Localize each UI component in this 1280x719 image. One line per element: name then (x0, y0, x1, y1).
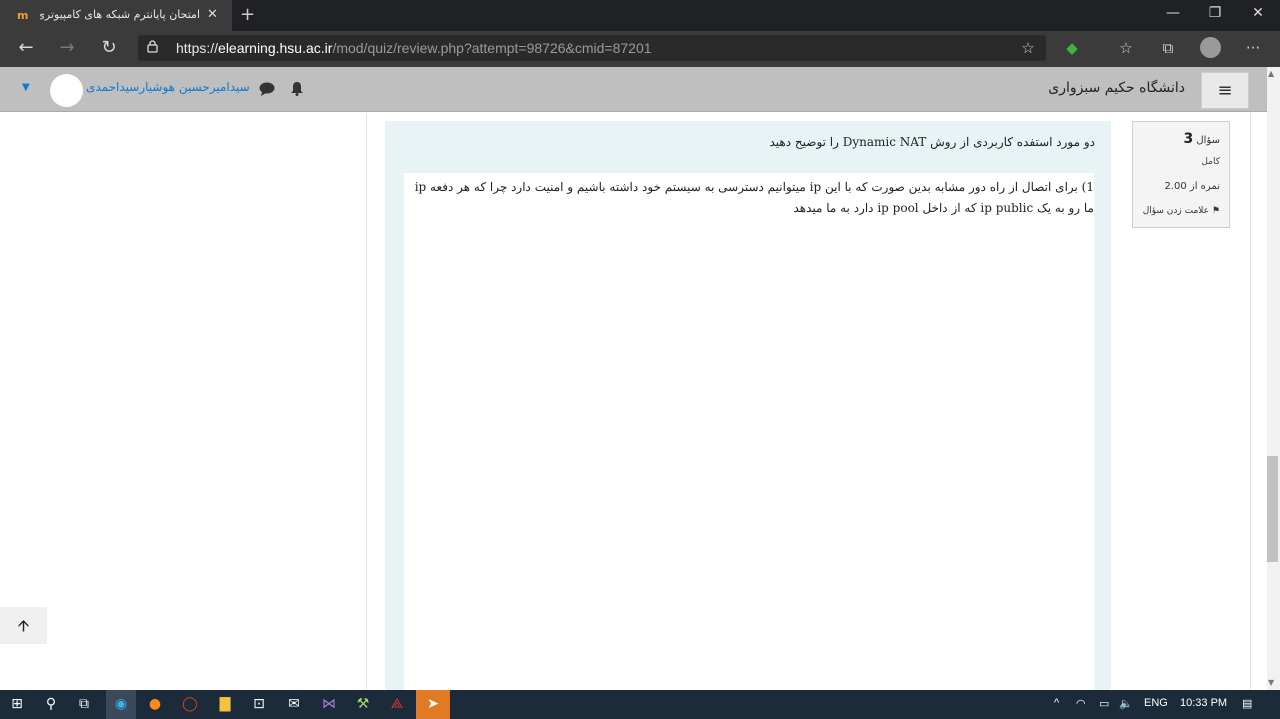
volume-icon[interactable]: 🔈 (1119, 697, 1133, 710)
windows-start-icon[interactable]: ⊞ (6, 694, 28, 714)
collections-icon[interactable]: ⧉ (1156, 39, 1180, 57)
language-indicator[interactable]: ENG (1144, 697, 1168, 709)
extension-icon[interactable]: ◆ (1060, 39, 1084, 57)
file-explorer-icon[interactable]: ▇ (214, 694, 236, 714)
notifications-center-icon[interactable]: ▤ (1242, 697, 1252, 710)
acrobat-icon[interactable]: ⟁ (386, 694, 408, 714)
user-name[interactable]: سیدامیرحسین هوشیارسیداحمدی (86, 80, 250, 94)
add-favorite-icon[interactable]: ☆ (1016, 39, 1040, 57)
url-path: /mod/quiz/review.php?attempt=98726&cmid=… (332, 40, 652, 56)
favorites-icon[interactable]: ☆ (1114, 39, 1138, 57)
flag-question-link[interactable]: ⚑ علامت زدن سؤال (1143, 206, 1220, 216)
app-icon[interactable]: ⚒ (352, 694, 374, 714)
telegram-icon[interactable]: ➤ (422, 694, 444, 714)
show-hidden-icons-icon[interactable]: ^ (1054, 697, 1059, 709)
content-divider-right (1250, 113, 1251, 690)
question-state: کامل (1201, 157, 1220, 167)
url-host: elearning.hsu.ac.ir (218, 40, 333, 56)
wifi-icon[interactable]: ◠ (1076, 697, 1086, 710)
visual-studio-icon[interactable]: ⋈ (318, 694, 340, 714)
tab-title: امتحان پایانترم شبکه های کامپیوتری (40, 8, 200, 21)
messages-icon[interactable] (259, 82, 275, 96)
forward-arrow-icon[interactable]: → (53, 37, 81, 58)
question-info-box: سؤال 3 کامل نمره از 2.00 ⚑ علامت زدن سؤا… (1132, 121, 1230, 228)
refresh-icon[interactable]: ↻ (95, 37, 123, 58)
url-text: https://elearning.hsu.ac.ir/mod/quiz/rev… (176, 40, 652, 56)
answer-text: 1) برای اتصال از راه دور مشابه بدین صورت… (414, 180, 1094, 215)
close-window-button[interactable]: ✕ (1243, 5, 1273, 21)
back-arrow-icon[interactable]: ← (12, 37, 40, 58)
opera-icon[interactable]: ◯ (179, 694, 201, 714)
tab-close-icon[interactable]: ✕ (207, 7, 218, 22)
site-name[interactable]: دانشگاه حکیم سبزواری (1040, 80, 1185, 96)
scroll-down-icon[interactable]: ▼ (1268, 678, 1274, 687)
store-icon[interactable]: ⊡ (248, 694, 270, 714)
edge-icon[interactable]: ◉ (110, 694, 132, 714)
question-grade: نمره از 2.00 (1164, 181, 1220, 192)
more-icon[interactable]: ··· (1241, 39, 1265, 57)
scrollbar-thumb[interactable] (1267, 456, 1278, 562)
question-number: سؤال 3 (1183, 131, 1220, 147)
notifications-icon[interactable] (290, 81, 304, 96)
back-to-top-button[interactable]: 🡩 (0, 607, 47, 644)
profile-icon[interactable] (1200, 37, 1221, 58)
question-text: دو مورد استفده کاربردی از روش Dynamic NA… (769, 135, 1095, 149)
browser-tab[interactable]: m امتحان پایانترم شبکه های کامپیوتری ✕ (0, 0, 232, 31)
url-scheme: https:// (176, 40, 219, 56)
new-tab-button[interactable]: + (240, 4, 255, 25)
menu-toggle-button[interactable]: ≡ (1201, 72, 1249, 109)
site-favicon-icon: m (17, 9, 29, 22)
clock[interactable]: 10:33 PM (1180, 697, 1227, 709)
firefox-icon[interactable]: ● (144, 694, 166, 714)
answer-area (404, 173, 1094, 693)
user-menu-caret-icon[interactable]: ▼ (22, 82, 30, 93)
lock-icon (147, 40, 158, 53)
scroll-up-icon[interactable]: ▲ (1268, 69, 1274, 78)
scrollbar-track[interactable] (1267, 67, 1280, 690)
content-divider-left (366, 113, 367, 690)
minimize-button[interactable]: — (1158, 5, 1188, 21)
task-view-icon[interactable]: ⧉ (73, 694, 95, 714)
flag-icon: ⚑ (1211, 206, 1220, 216)
battery-icon[interactable]: ▭ (1099, 697, 1109, 710)
user-avatar[interactable] (50, 74, 83, 107)
mail-icon[interactable]: ✉ (283, 694, 305, 714)
maximize-button[interactable]: ❐ (1200, 5, 1230, 21)
search-icon[interactable]: ⚲ (40, 694, 62, 714)
